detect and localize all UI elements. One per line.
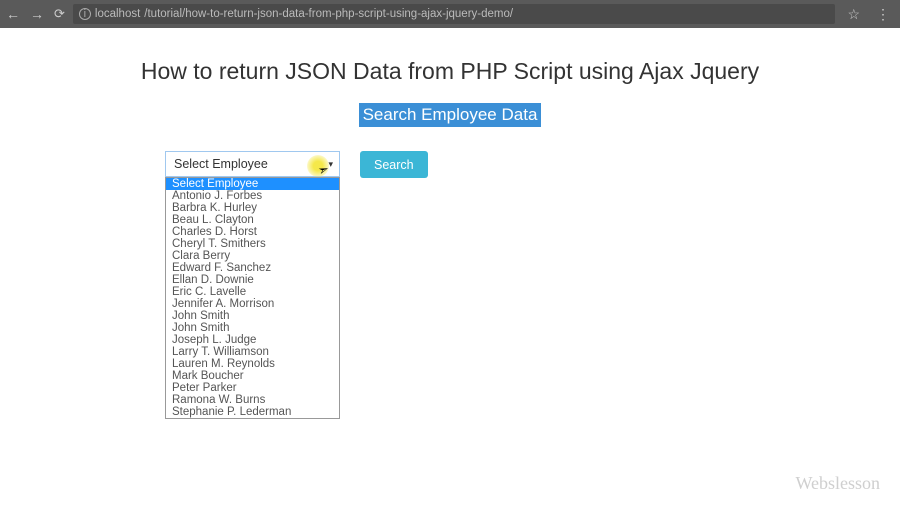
page-subtitle: Search Employee Data — [359, 103, 542, 127]
select-value: Select Employee — [174, 157, 268, 171]
dropdown-option[interactable]: John Smith — [166, 310, 339, 322]
back-icon[interactable]: ← — [6, 6, 20, 22]
page-title: How to return JSON Data from PHP Script … — [40, 58, 860, 85]
nav-arrows: ← → ⟳ — [6, 6, 65, 22]
dropdown-option[interactable]: Select Employee — [166, 178, 339, 190]
dropdown-option[interactable]: Mark Boucher — [166, 370, 339, 382]
dropdown-option[interactable]: Ramona W. Burns — [166, 394, 339, 406]
dropdown-option[interactable]: Barbra K. Hurley — [166, 202, 339, 214]
search-button[interactable]: Search — [360, 151, 428, 178]
dropdown-option[interactable]: Beau L. Clayton — [166, 214, 339, 226]
dropdown-option[interactable]: Ellan D. Downie — [166, 274, 339, 286]
info-icon[interactable]: i — [79, 8, 91, 20]
bookmark-icon[interactable]: ☆ — [843, 6, 864, 23]
dropdown-option[interactable]: Jennifer A. Morrison — [166, 298, 339, 310]
dropdown-option[interactable]: Larry T. Williamson — [166, 346, 339, 358]
url-host: localhost — [95, 8, 140, 20]
menu-icon[interactable]: ⋮ — [872, 6, 894, 23]
search-form: Select Employee ▾ ➣ Select EmployeeAnton… — [165, 151, 860, 178]
url-bar[interactable]: i localhost/tutorial/how-to-return-json-… — [73, 4, 836, 24]
chevron-down-icon: ▾ — [328, 159, 333, 170]
browser-toolbar: ← → ⟳ i localhost/tutorial/how-to-return… — [0, 0, 900, 28]
dropdown-option[interactable]: Lauren M. Reynolds — [166, 358, 339, 370]
dropdown-option[interactable]: John Smith — [166, 322, 339, 334]
forward-icon[interactable]: → — [30, 6, 44, 22]
dropdown-option[interactable]: Peter Parker — [166, 382, 339, 394]
dropdown-option[interactable]: Charles D. Horst — [166, 226, 339, 238]
dropdown-option[interactable]: Edward F. Sanchez — [166, 262, 339, 274]
dropdown-option[interactable]: Stephanie P. Lederman — [166, 406, 339, 418]
dropdown-option[interactable]: Clara Berry — [166, 250, 339, 262]
reload-icon[interactable]: ⟳ — [54, 6, 65, 22]
dropdown-option[interactable]: Antonio J. Forbes — [166, 190, 339, 202]
employee-select[interactable]: Select Employee ▾ ➣ — [165, 151, 340, 177]
dropdown-option[interactable]: Joseph L. Judge — [166, 334, 339, 346]
dropdown-option[interactable]: Cheryl T. Smithers — [166, 238, 339, 250]
dropdown-option[interactable]: Eric C. Lavelle — [166, 286, 339, 298]
url-path: /tutorial/how-to-return-json-data-from-p… — [144, 8, 513, 20]
employee-select-wrap: Select Employee ▾ ➣ Select EmployeeAnton… — [165, 151, 340, 178]
page-content: How to return JSON Data from PHP Script … — [0, 28, 900, 178]
employee-dropdown[interactable]: Select EmployeeAntonio J. ForbesBarbra K… — [165, 177, 340, 419]
watermark: Webslesson — [795, 473, 880, 494]
click-highlight — [307, 155, 329, 177]
